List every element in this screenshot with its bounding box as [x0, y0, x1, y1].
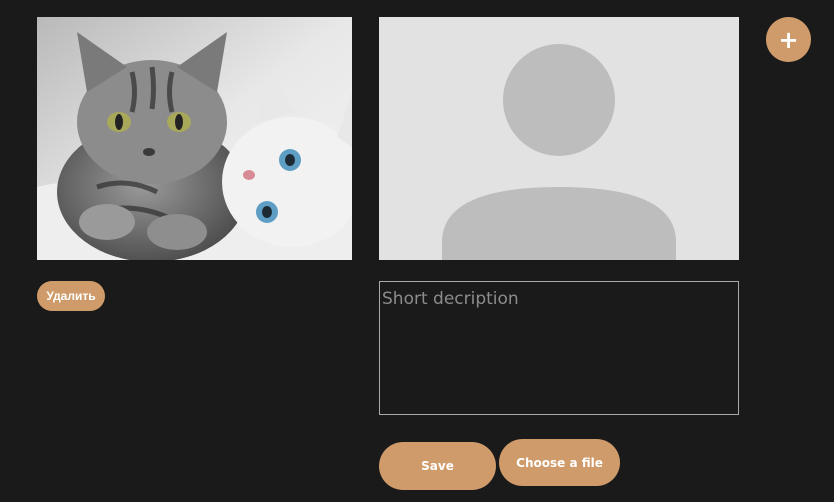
page: Удалить Save Choose a file +: [0, 0, 834, 502]
save-button[interactable]: Save: [379, 442, 496, 490]
choose-file-button[interactable]: Choose a file: [499, 439, 620, 486]
user-placeholder-icon: [442, 44, 676, 260]
add-button[interactable]: +: [766, 17, 811, 62]
cat-photo: [37, 17, 352, 260]
short-description-field[interactable]: [379, 281, 739, 415]
plus-icon: +: [778, 25, 799, 54]
cat-photo-image: [37, 17, 352, 260]
avatar-placeholder[interactable]: [379, 17, 739, 260]
delete-button[interactable]: Удалить: [37, 281, 105, 311]
